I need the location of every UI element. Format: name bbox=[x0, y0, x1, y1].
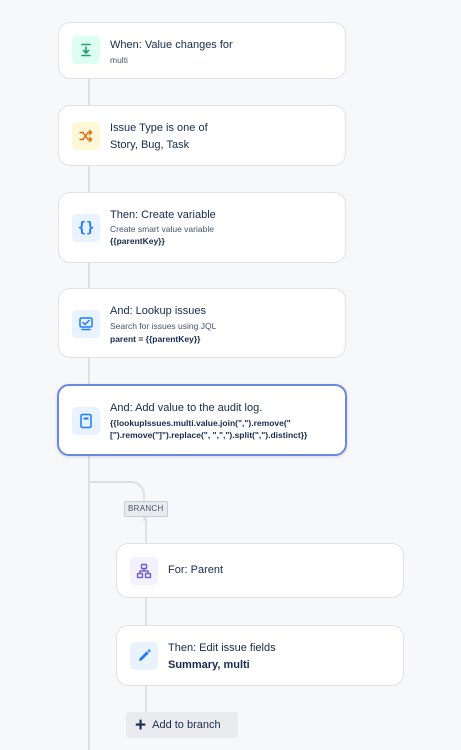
log-icon bbox=[72, 407, 100, 435]
field-change-icon bbox=[72, 36, 100, 64]
condition-title: Issue Type is one of bbox=[110, 122, 208, 134]
braces-icon: {} bbox=[72, 214, 100, 242]
lookup-icon bbox=[72, 310, 100, 338]
audit-log-expression-line2: [").remove("]").replace(", ",",").split(… bbox=[110, 430, 308, 440]
audit-log-expression-line1: {{lookupIssues.multi.value.join(",").rem… bbox=[110, 418, 291, 428]
branch-for-title: For: Parent bbox=[168, 564, 224, 576]
shuffle-icon bbox=[72, 122, 100, 150]
edit-issue-title: Then: Edit issue fields bbox=[168, 642, 276, 654]
add-to-branch-label: Add to branch bbox=[152, 719, 221, 731]
trigger-field: multi bbox=[110, 55, 128, 65]
edit-issue-card[interactable]: Then: Edit issue fields Summary, multi bbox=[116, 625, 404, 686]
branch-for-card[interactable]: For: Parent bbox=[116, 543, 404, 598]
lookup-jql: parent = {{parentKey}} bbox=[110, 334, 201, 344]
condition-card[interactable]: Issue Type is one of Story, Bug, Task bbox=[58, 105, 346, 166]
create-variable-title: Then: Create variable bbox=[110, 209, 216, 221]
lookup-title: And: Lookup issues bbox=[110, 305, 207, 317]
hierarchy-icon bbox=[130, 557, 158, 585]
audit-log-card[interactable]: And: Add value to the audit log. {{looku… bbox=[57, 384, 347, 456]
edit-issue-field-summary: Summary bbox=[168, 659, 218, 671]
trigger-title: When: Value changes for bbox=[110, 39, 233, 51]
trigger-card[interactable]: When: Value changes for multi bbox=[58, 22, 346, 79]
create-variable-card[interactable]: {} Then: Create variable Create smart va… bbox=[58, 192, 346, 263]
plus-icon: + bbox=[135, 714, 147, 736]
condition-value: Story, Bug, Task bbox=[110, 139, 190, 151]
audit-log-title: And: Add value to the audit log. bbox=[110, 402, 263, 414]
add-to-branch-button[interactable]: + Add to branch bbox=[126, 712, 238, 738]
lookup-issues-card[interactable]: And: Lookup issues Search for issues usi… bbox=[58, 288, 346, 358]
pencil-icon bbox=[130, 642, 158, 670]
lookup-subtitle: Search for issues using JQL bbox=[110, 321, 217, 331]
branch-tag: BRANCH bbox=[124, 501, 168, 517]
create-variable-subtitle: Create smart value variable bbox=[110, 224, 214, 234]
edit-issue-fields: Summary, multi bbox=[168, 659, 250, 671]
create-variable-name: {{parentKey}} bbox=[110, 236, 165, 246]
edit-issue-field-rest: , multi bbox=[217, 659, 250, 671]
